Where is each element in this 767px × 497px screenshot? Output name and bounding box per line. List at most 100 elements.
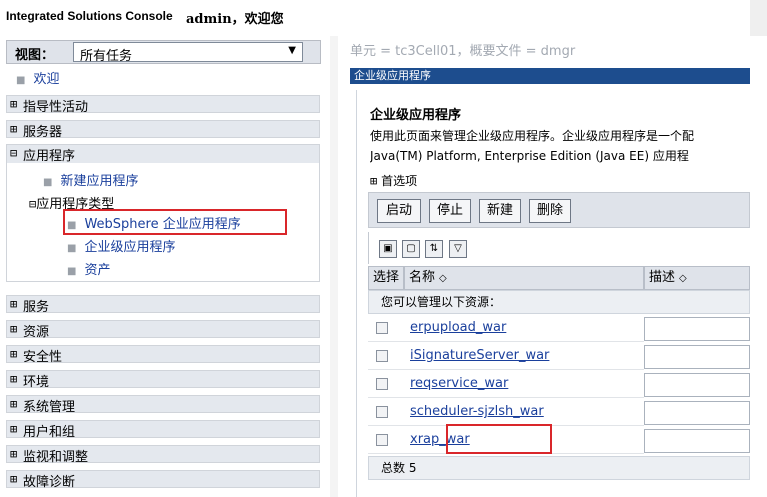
expand-icon[interactable]: ⊞ — [10, 122, 17, 136]
highlight-box — [446, 424, 552, 454]
nav-group-label: 环境 — [23, 375, 50, 390]
collapse-icon[interactable]: ⊟ — [10, 146, 17, 160]
filter-icon[interactable]: ▽ — [449, 240, 467, 258]
stop-button[interactable]: 停止 — [429, 199, 471, 223]
navigation-panel: 视图： 所有任务 ▼ ■ 欢迎 ⊞ 指导性活动 ⊞ 服务器 ⊟ 应用程序 ■ 新建应… — [0, 36, 330, 497]
nav-item-new-application[interactable]: ■ 新建应用程序 — [43, 170, 138, 189]
nav-group-label: 故障诊断 — [23, 475, 76, 490]
column-header-name[interactable]: 名称 ◇ — [404, 266, 644, 290]
show-filter-icon[interactable]: ⇅ — [425, 240, 443, 258]
nav-group-applications-header[interactable]: ⊟ 应用程序 — [7, 145, 319, 164]
page-description-line-1: 使用此页面来管理企业级应用程序。企业级应用程序是一个配 — [370, 129, 695, 143]
preferences-label: 首选项 — [381, 174, 418, 188]
bullet-icon: ■ — [16, 75, 26, 86]
start-button[interactable]: 启动 — [377, 199, 421, 223]
row-checkbox[interactable] — [376, 434, 388, 446]
description-cell — [644, 345, 750, 369]
expand-icon[interactable]: ⊞ — [10, 422, 17, 436]
delete-button[interactable]: 删除 — [529, 199, 571, 223]
nav-group-label: 应用程序 — [23, 149, 76, 164]
expand-icon[interactable]: ⊞ — [10, 322, 17, 336]
nav-group-label: 用户和组 — [23, 425, 76, 440]
action-button-bar: 启动 停止 新建 删除 — [368, 192, 750, 228]
table-row: reqservice_war — [368, 370, 750, 398]
row-checkbox[interactable] — [376, 378, 388, 390]
section-title-bar: 企业级应用程序 — [350, 68, 750, 84]
nav-group-environment[interactable]: ⊞ 环境 — [6, 370, 320, 390]
expand-icon[interactable]: ⊞ — [10, 372, 17, 386]
row-checkbox[interactable] — [376, 350, 388, 362]
column-header-select: 选择 — [368, 266, 404, 290]
page-title: 企业级应用程序 — [370, 108, 462, 123]
manage-resources-text: 您可以管理以下资源： — [368, 290, 750, 314]
nav-group-label: 服务 — [23, 300, 50, 315]
banner-edge — [750, 0, 767, 36]
bullet-icon: ■ — [43, 177, 53, 188]
nav-group-label: 系统管理 — [23, 400, 76, 415]
nav-group-label: 指导性活动 — [23, 100, 89, 115]
table-row: xrap_war — [368, 426, 750, 454]
nav-item-assets[interactable]: ■ 资产 — [67, 259, 110, 278]
table-row: iSignatureServer_war — [368, 342, 750, 370]
highlight-box — [63, 209, 287, 235]
nav-welcome-item[interactable]: ■ 欢迎 — [16, 68, 59, 87]
panel-divider[interactable] — [330, 36, 338, 497]
app-link[interactable]: erpupload_war — [410, 320, 506, 335]
page-description-line-2: Java(TM) Platform, Enterprise Edition (J… — [370, 149, 689, 163]
total-count: 总数 5 — [368, 456, 750, 480]
preferences-toggle[interactable]: ⊞ 首选项 — [370, 172, 417, 189]
nav-welcome-link[interactable]: 欢迎 — [33, 72, 59, 87]
table-row: erpupload_war — [368, 314, 750, 342]
description-cell — [644, 317, 750, 341]
app-link[interactable]: reqservice_war — [410, 376, 508, 391]
select-all-icon[interactable]: ▣ — [379, 240, 397, 258]
table-row: scheduler-sjzlsh_war — [368, 398, 750, 426]
dropdown-arrow-icon: ▼ — [288, 45, 296, 56]
app-link[interactable]: iSignatureServer_war — [410, 348, 549, 363]
sort-icon[interactable]: ◇ — [679, 273, 687, 284]
nav-group-resources[interactable]: ⊞ 资源 — [6, 320, 320, 340]
expand-icon[interactable]: ⊞ — [10, 397, 17, 411]
nav-group-servers[interactable]: ⊞ 服务器 — [6, 120, 320, 140]
description-cell — [644, 401, 750, 425]
view-label: 视图： — [15, 48, 55, 63]
nav-group-label: 监视和调整 — [23, 450, 89, 465]
description-cell — [644, 373, 750, 397]
sort-icon[interactable]: ◇ — [439, 273, 447, 284]
nav-group-troubleshooting[interactable]: ⊞ 故障诊断 — [6, 470, 320, 490]
expand-icon[interactable]: ⊞ — [10, 297, 17, 311]
nav-group-applications: ⊟ 应用程序 ■ 新建应用程序 ⊟应用程序类型 ■ WebSphere 企业应用程序… — [6, 144, 320, 282]
nav-group-security[interactable]: ⊞ 安全性 — [6, 345, 320, 365]
expand-icon[interactable]: ⊞ — [10, 472, 17, 486]
console-title: Integrated Solutions Console — [6, 9, 173, 23]
new-button[interactable]: 新建 — [479, 199, 521, 223]
bullet-icon: ■ — [67, 266, 77, 277]
nav-group-label: 服务器 — [23, 125, 63, 140]
nav-group-label: 资源 — [23, 325, 50, 340]
breadcrumb: 单元 = tc3Cell01，概要文件 = dmgr — [350, 44, 576, 59]
welcome-message: admin，欢迎您 — [186, 12, 284, 27]
expand-icon[interactable]: ⊞ — [10, 347, 17, 361]
nav-group-label: 安全性 — [23, 350, 63, 365]
nav-group-guided-activities[interactable]: ⊞ 指导性活动 — [6, 95, 320, 115]
deselect-all-icon[interactable]: ▢ — [402, 240, 420, 258]
expand-icon[interactable]: ⊞ — [10, 447, 17, 461]
table-tool-bar: ▣ ▢ ⇅ ▽ — [368, 232, 750, 264]
nav-group-monitoring[interactable]: ⊞ 监视和调整 — [6, 445, 320, 465]
view-bar: 视图： 所有任务 ▼ — [6, 40, 321, 64]
app-link[interactable]: scheduler-sjzlsh_war — [410, 404, 544, 419]
row-checkbox[interactable] — [376, 406, 388, 418]
top-banner: Integrated Solutions Console admin，欢迎您 — [0, 0, 767, 36]
view-select-value: 所有任务 — [80, 49, 133, 64]
nav-group-users-groups[interactable]: ⊞ 用户和组 — [6, 420, 320, 440]
description-cell — [644, 429, 750, 453]
row-checkbox[interactable] — [376, 322, 388, 334]
column-header-description[interactable]: 描述 ◇ — [644, 266, 750, 290]
expand-icon[interactable]: ⊞ — [370, 174, 377, 188]
view-select[interactable]: 所有任务 ▼ — [73, 42, 303, 64]
nav-group-system-admin[interactable]: ⊞ 系统管理 — [6, 395, 320, 415]
expand-icon[interactable]: ⊞ — [10, 97, 17, 111]
nav-group-services[interactable]: ⊞ 服务 — [6, 295, 320, 315]
bullet-icon: ■ — [67, 243, 77, 254]
nav-item-enterprise-apps[interactable]: ■ 企业级应用程序 — [67, 236, 175, 255]
